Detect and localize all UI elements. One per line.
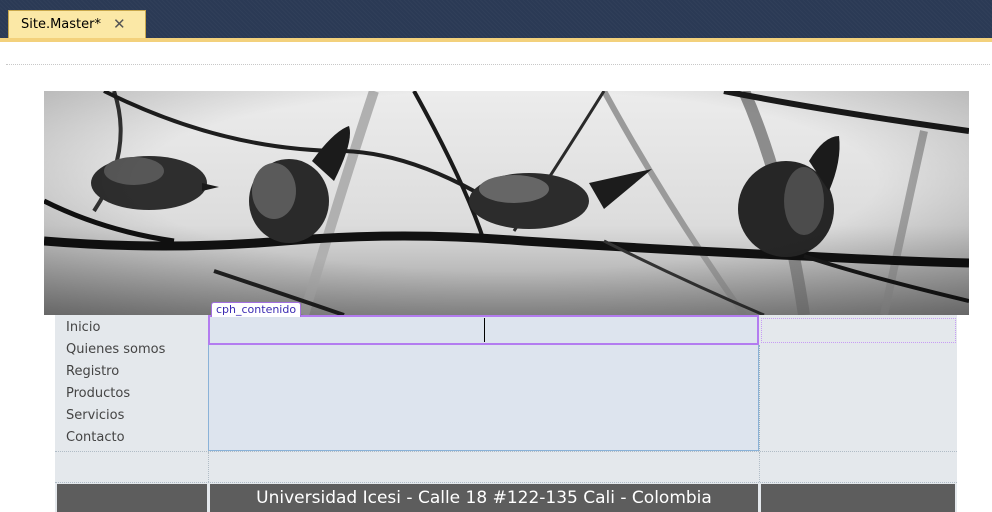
cell-divider — [759, 452, 761, 482]
tab-underline — [0, 38, 992, 42]
nav-item-servicios[interactable]: Servicios — [66, 407, 165, 429]
banner-image — [44, 91, 969, 315]
content-placeholder-tag[interactable]: cph_contenido — [211, 302, 302, 317]
close-icon[interactable]: ✕ — [113, 17, 126, 32]
nav-item-quienes-somos[interactable]: Quienes somos — [66, 341, 165, 363]
cell-divider — [208, 452, 210, 482]
row-divider — [55, 451, 957, 452]
editor-titlebar — [0, 0, 992, 38]
footer-text: Universidad Icesi - Calle 18 #122-135 Ca… — [256, 488, 712, 508]
page-guide-line — [6, 64, 990, 65]
footer-right-cell — [761, 484, 955, 512]
nav-item-contacto[interactable]: Contacto — [66, 429, 165, 451]
right-top-cell[interactable] — [761, 318, 956, 343]
footer-left-cell — [57, 484, 207, 512]
text-cursor — [484, 318, 485, 342]
nav-item-productos[interactable]: Productos — [66, 385, 165, 407]
right-column — [759, 345, 958, 451]
nav-item-registro[interactable]: Registro — [66, 363, 165, 385]
tab-site-master[interactable]: Site.Master* ✕ — [8, 10, 146, 38]
footer-center-cell: Universidad Icesi - Calle 18 #122-135 Ca… — [210, 484, 758, 512]
row-divider — [55, 482, 957, 483]
nav-item-inicio[interactable]: Inicio — [66, 319, 165, 341]
tab-label: Site.Master* — [21, 17, 101, 32]
nav-menu: Inicio Quienes somos Registro Productos … — [66, 319, 165, 451]
